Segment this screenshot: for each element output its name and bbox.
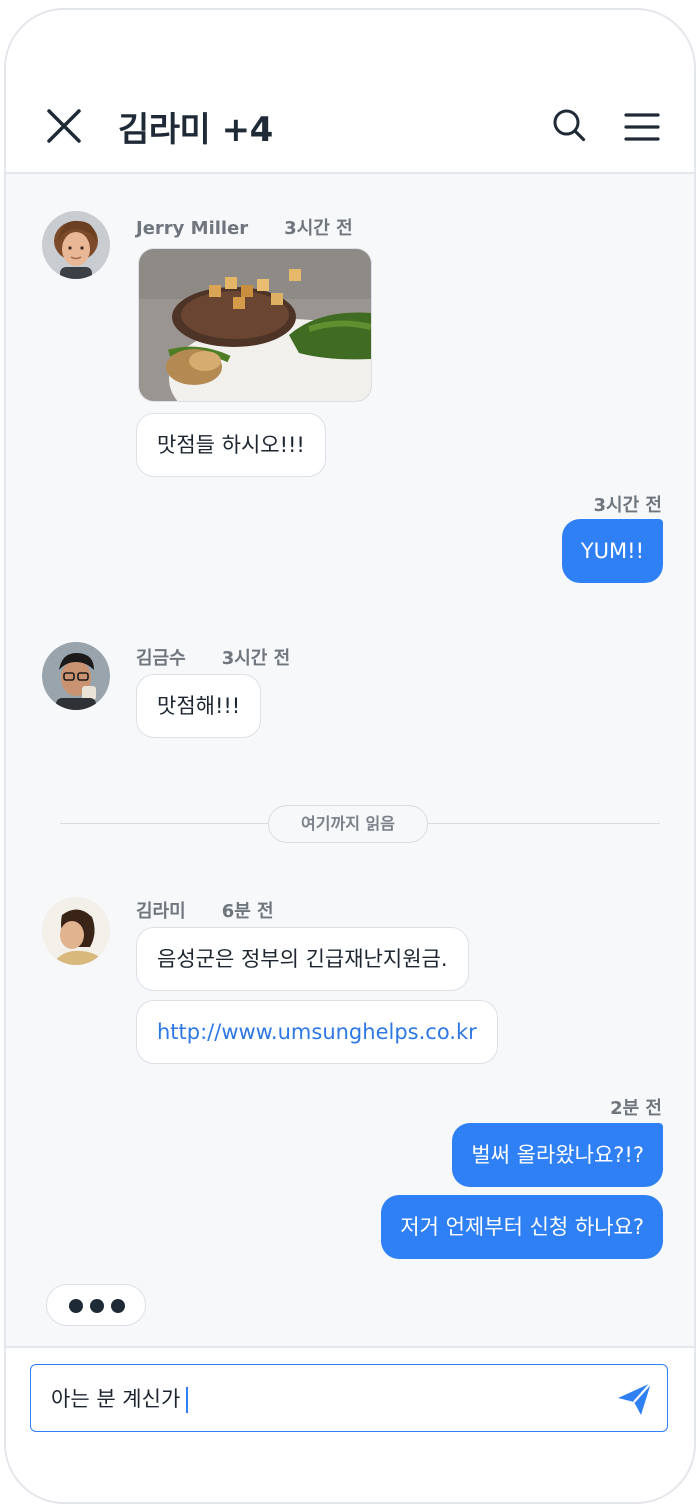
incoming-message-bubble: 맛점들 하시오!!! (136, 413, 326, 477)
avatar-photo (42, 642, 110, 710)
search-button[interactable] (552, 108, 586, 142)
typing-dot (90, 1299, 104, 1313)
avatar-kim-geumsu[interactable] (42, 642, 110, 710)
message-time: 3시간 전 (221, 648, 291, 669)
typing-indicator (46, 1284, 146, 1326)
typing-dot (69, 1299, 83, 1313)
sender-name: 김라미 (136, 901, 186, 922)
message-time: 3시간 전 (284, 218, 353, 239)
close-button[interactable] (46, 108, 82, 144)
incoming-message-bubble: 맛점해!!! (136, 674, 262, 738)
sender-name: 김금수 (136, 648, 186, 669)
incoming-message-bubble: 음성군은 정부의 긴급재난지원금. (136, 927, 469, 991)
incoming-link-bubble[interactable]: http://www.umsunghelps.co.kr (136, 1000, 498, 1064)
chat-title: 김라미 +4 (118, 110, 273, 150)
outgoing-message-bubble: 벌써 올라왔나요?!? (452, 1123, 663, 1187)
typing-dot (111, 1299, 125, 1313)
message-time: 3시간 전 (593, 495, 662, 516)
search-icon (553, 109, 586, 142)
send-icon (618, 1382, 652, 1415)
menu-button[interactable] (624, 112, 660, 142)
sender-name: Jerry Miller (136, 218, 249, 239)
message-meta: 김라미 6분 전 (136, 897, 274, 923)
message-link[interactable]: http://www.umsunghelps.co.kr (157, 1020, 477, 1044)
message-meta: Jerry Miller 3시간 전 (136, 214, 353, 240)
food-image (139, 249, 371, 401)
message-input-value: 아는 분 계신가 (51, 1387, 181, 1411)
read-marker: 여기까지 읽음 (268, 805, 428, 843)
shared-food-photo[interactable] (138, 248, 372, 402)
hamburger-menu-icon (624, 113, 660, 141)
message-composer: 아는 분 계신가 (6, 1346, 694, 1502)
outgoing-message-bubble: YUM!! (561, 519, 663, 583)
message-input-text[interactable]: 아는 분 계신가 (51, 1383, 189, 1413)
chat-header: 김라미 +4 (6, 10, 694, 174)
send-button[interactable] (615, 1379, 655, 1419)
close-icon (47, 109, 81, 143)
avatar-kim-rami[interactable] (42, 897, 110, 965)
avatar-photo (42, 897, 110, 965)
message-time: 6분 전 (221, 901, 274, 922)
message-time: 2분 전 (610, 1098, 662, 1119)
text-caret (186, 1387, 189, 1413)
avatar-photo (42, 211, 110, 279)
message-input[interactable]: 아는 분 계신가 (30, 1364, 668, 1432)
outgoing-message-bubble: 저거 언제부터 신청 하나요? (381, 1195, 663, 1259)
message-meta: 김금수 3시간 전 (136, 644, 290, 670)
phone-frame: 김라미 +4 Jerry Miller 3시간 전 맛점들 하시오!!! 3시간… (4, 8, 696, 1504)
avatar-jerry-miller[interactable] (42, 211, 110, 279)
